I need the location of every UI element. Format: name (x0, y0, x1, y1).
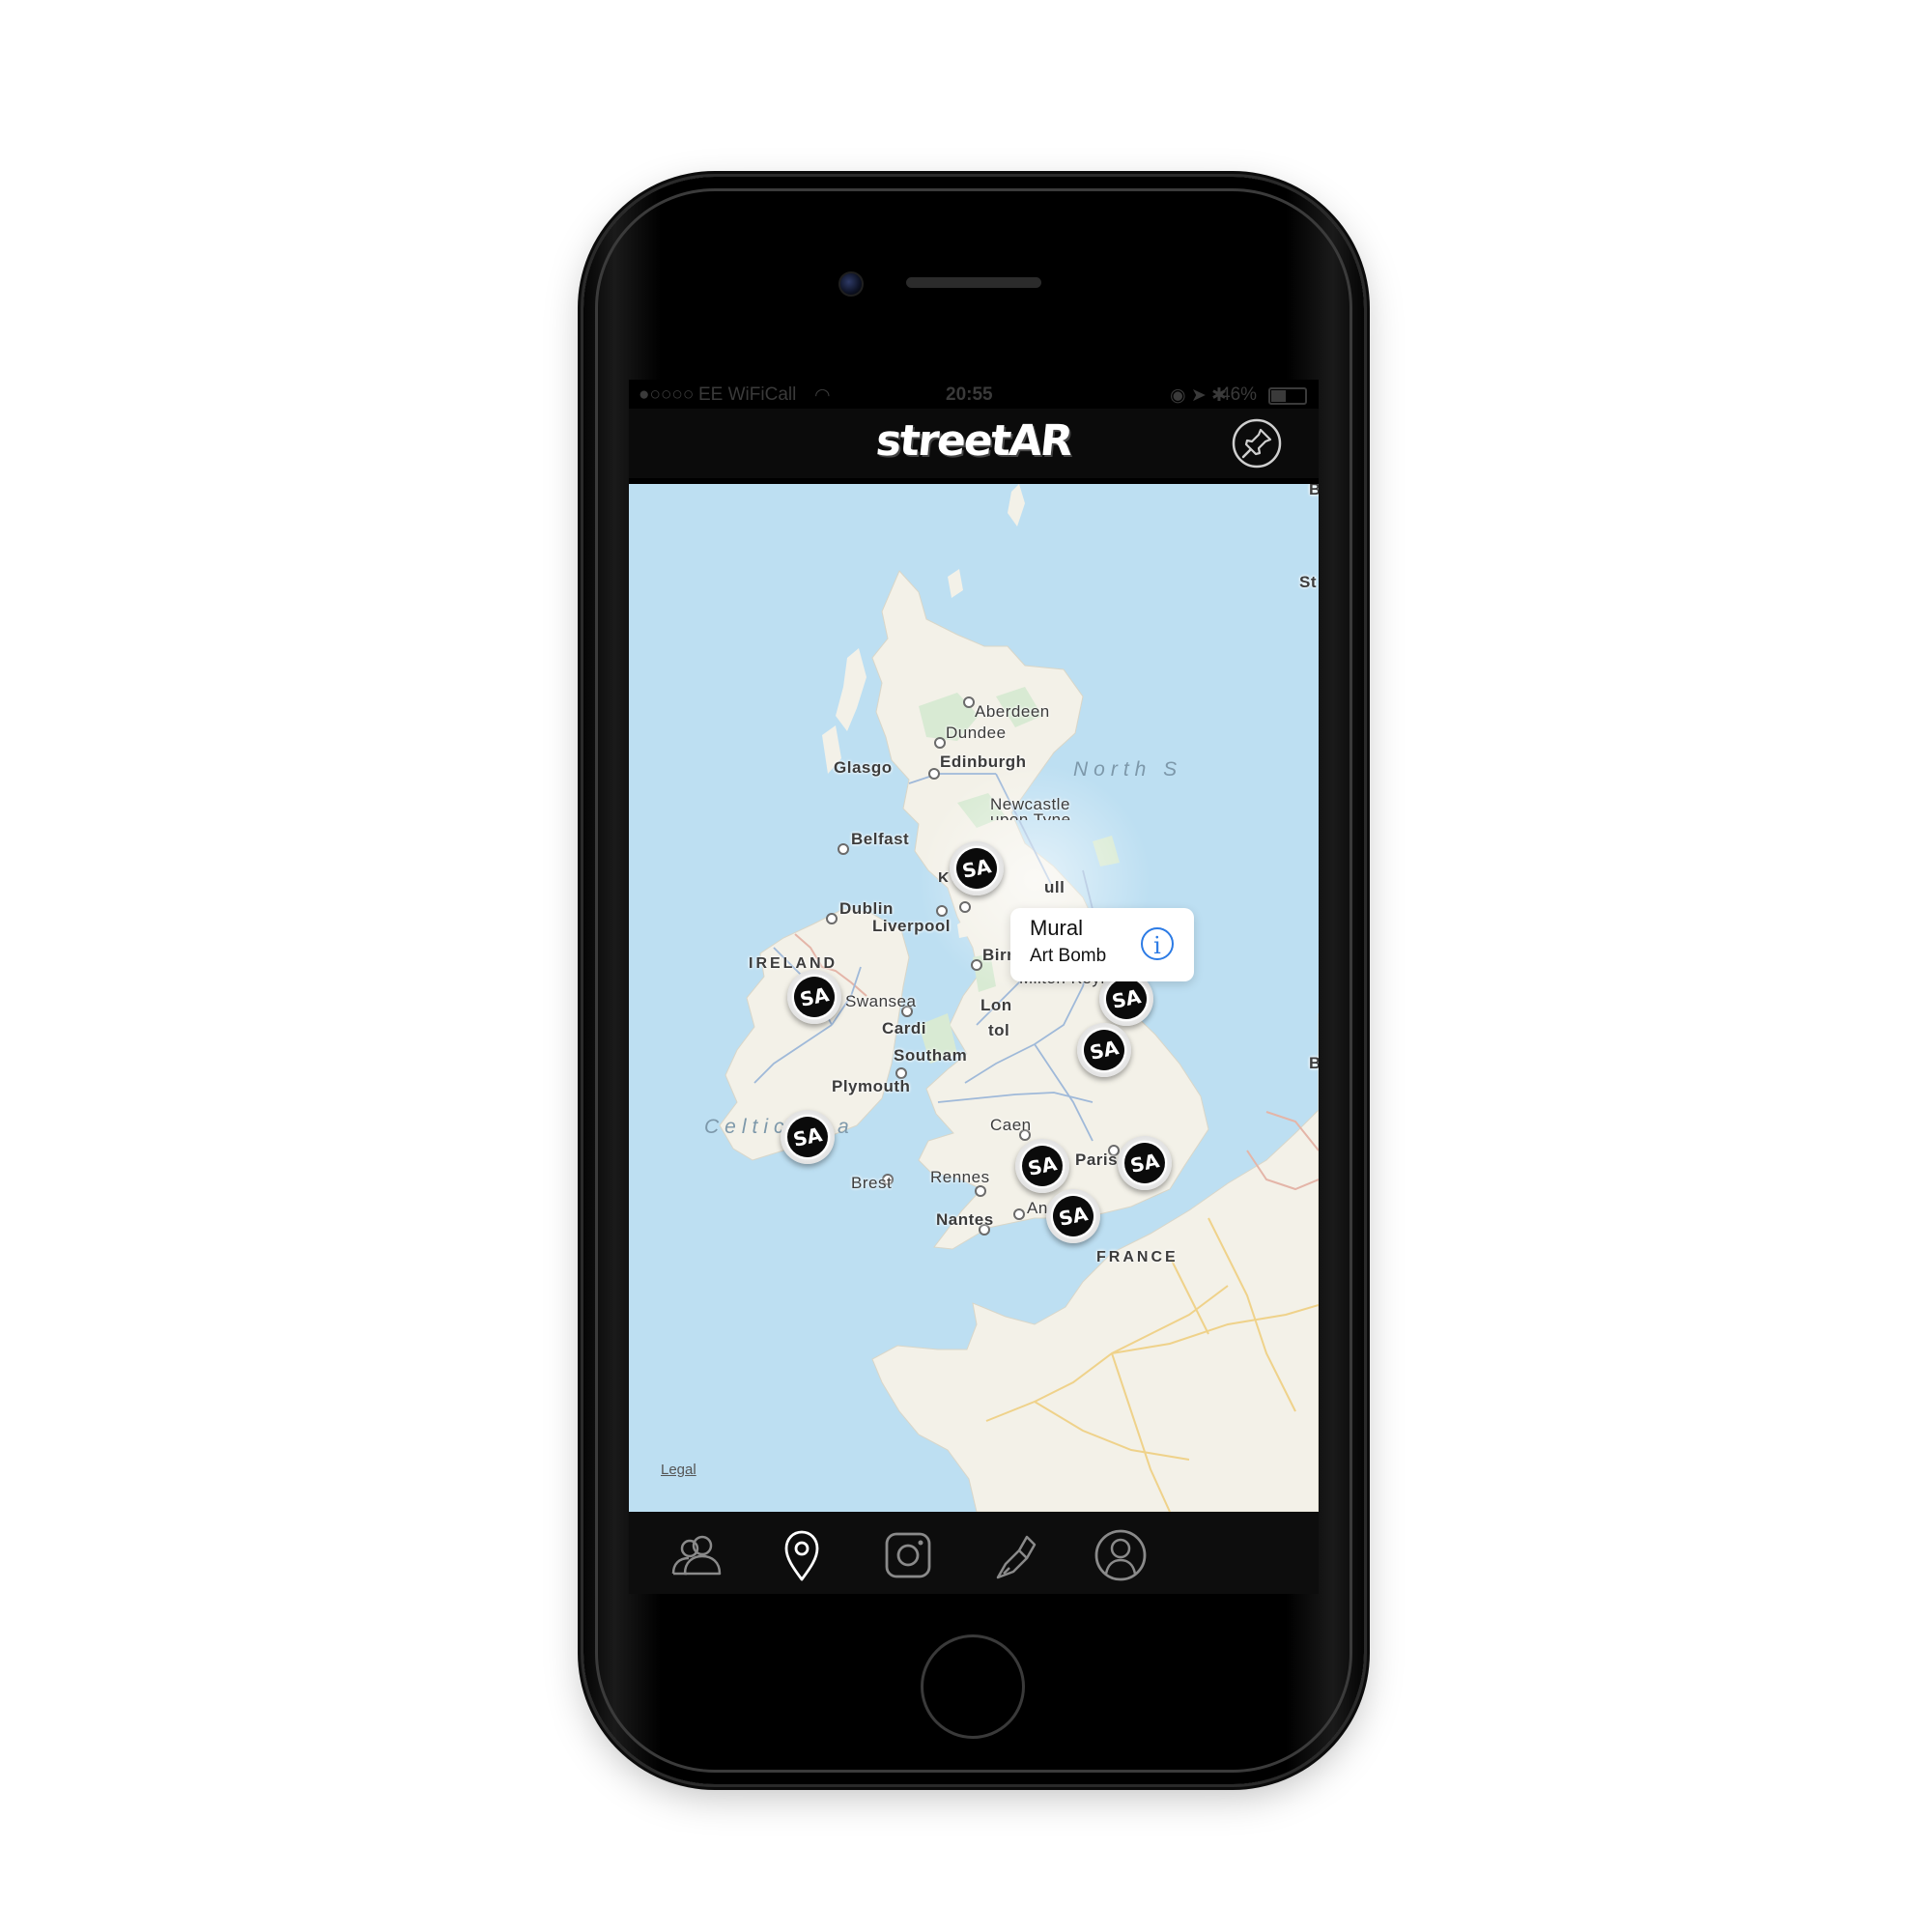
label-dundee: Dundee (946, 724, 1007, 742)
label-edinburgh: Edinburgh (940, 753, 1027, 771)
info-icon[interactable]: i (1141, 927, 1174, 960)
home-button[interactable] (921, 1634, 1025, 1739)
map-marker-ireland-south[interactable]: SA (781, 1110, 835, 1164)
battery-icon (1268, 387, 1307, 405)
city-dot (934, 737, 946, 749)
city-dot (928, 768, 940, 780)
label-liverpool: Liverpool (872, 917, 952, 935)
pin-button[interactable] (1232, 418, 1282, 469)
label-swansea: Swansea (845, 992, 917, 1010)
label-edge-b2: B (1309, 1054, 1319, 1072)
tab-profile[interactable] (1091, 1525, 1151, 1585)
callout-subtitle: Art Bomb (1030, 946, 1107, 966)
city-dot (971, 959, 982, 971)
city-dot (1013, 1208, 1025, 1220)
profile-icon (1094, 1529, 1147, 1581)
tab-instagram[interactable] (878, 1525, 938, 1585)
spray-can-icon (996, 1535, 1037, 1579)
city-dot (959, 901, 971, 913)
label-london: Lon (980, 996, 1012, 1014)
label-bristol: tol (988, 1021, 1010, 1039)
tab-map[interactable] (772, 1525, 832, 1585)
map-marker-southampton[interactable]: SA (1046, 1189, 1100, 1243)
app-logo: streetAR (873, 416, 1074, 466)
label-nantes: Nantes (936, 1210, 994, 1229)
map-landmass (719, 484, 1319, 1512)
label-brest: Brest (851, 1174, 893, 1192)
label-ireland: IRELAND (749, 955, 838, 972)
status-bar: ●○○○○ EE WiFiCall ◠ 20:55 ◉ ➤ ✱ 46% (629, 380, 1319, 409)
users-icon (671, 1535, 722, 1576)
app-screen: ●○○○○ EE WiFiCall ◠ 20:55 ◉ ➤ ✱ 46% stre… (629, 380, 1319, 1594)
pushpin-icon (1232, 418, 1282, 469)
signal-icon: ●○○○○ (639, 384, 695, 405)
callout-title: Mural (1030, 916, 1084, 940)
map-pin-icon (784, 1530, 819, 1581)
map-marker-glasgow[interactable]: SA (950, 841, 1004, 895)
label-glasgow: Glasgo (834, 758, 893, 777)
tab-create[interactable] (984, 1525, 1044, 1585)
streetar-marker-icon: SA (1121, 1139, 1169, 1187)
battery-label: 46% (1220, 384, 1258, 405)
time-label: 20:55 (946, 384, 993, 405)
legal-link[interactable]: Legal (661, 1462, 696, 1478)
city-dot (963, 696, 975, 708)
streetar-marker-icon: SA (1080, 1026, 1128, 1074)
nav-bar: streetAR (629, 409, 1319, 478)
label-edge-b1: B (1309, 484, 1319, 498)
label-cardiff: Cardi (882, 1019, 926, 1037)
streetar-marker-icon: SA (1049, 1192, 1097, 1240)
label-dublin: Dublin (839, 899, 894, 918)
tab-bar (629, 1512, 1319, 1594)
wifi-icon: ◠ (814, 385, 831, 406)
earpiece-speaker (906, 277, 1041, 288)
map-marker-leicester[interactable]: SA (1077, 1023, 1131, 1077)
streetar-marker-icon: SA (1102, 975, 1151, 1023)
location-arrow-icon: ◉ ➤ ✱ (1170, 385, 1227, 406)
label-belfast: Belfast (851, 830, 910, 848)
city-dot (826, 913, 838, 924)
label-aberdeen: Aberdeen (975, 702, 1050, 721)
streetar-marker-icon: SA (952, 844, 1001, 893)
map-view[interactable]: Aberdeen Dundee Edinburgh Glasgo North S… (629, 484, 1319, 1512)
marker-callout[interactable]: Mural Art Bomb i (1010, 908, 1194, 981)
label-southampton: Southam (894, 1046, 968, 1065)
map-marker-ireland-north[interactable]: SA (787, 970, 841, 1024)
label-edge-st: St (1299, 573, 1317, 591)
label-rennes: Rennes (930, 1168, 990, 1186)
streetar-marker-icon: SA (1018, 1142, 1066, 1190)
city-dot (838, 843, 849, 855)
label-paris: Paris (1075, 1151, 1119, 1169)
label-plymouth: Plymouth (832, 1077, 911, 1095)
tab-community[interactable] (666, 1525, 725, 1585)
carrier-label: EE WiFiCall (698, 384, 797, 405)
label-france: FRANCE (1096, 1249, 1179, 1265)
label-hull: ull (1044, 878, 1065, 896)
label-newcastle-2: upon Tyne (990, 810, 1071, 820)
streetar-marker-icon: SA (783, 1113, 832, 1161)
map-marker-london-west[interactable]: SA (1015, 1139, 1069, 1193)
front-camera (838, 271, 864, 297)
label-caen: Caen (990, 1116, 1032, 1134)
city-dot (936, 905, 948, 917)
streetar-marker-icon: SA (790, 973, 838, 1021)
instagram-icon (885, 1532, 931, 1578)
label-north-sea: North S (1073, 758, 1183, 781)
map-marker-london-east[interactable]: SA (1118, 1136, 1172, 1190)
